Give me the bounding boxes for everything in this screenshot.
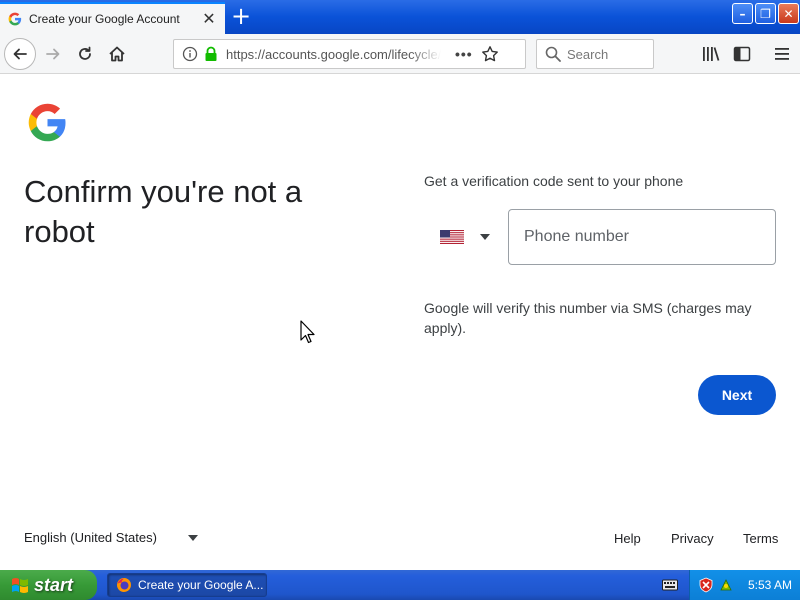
- start-button[interactable]: start: [0, 570, 97, 600]
- sidebar-icon: [733, 46, 751, 62]
- network-icon[interactable]: [718, 577, 734, 593]
- lock-icon[interactable]: [204, 46, 218, 62]
- url-text[interactable]: https://accounts.google.com/lifecycle/st…: [226, 47, 441, 62]
- navigation-toolbar: https://accounts.google.com/lifecycle/st…: [0, 34, 800, 74]
- google-g-icon: [8, 12, 22, 26]
- reload-icon: [79, 46, 91, 60]
- taskbar-item-browser[interactable]: Create your Google A...: [107, 573, 267, 597]
- close-window-button[interactable]: ✕: [778, 3, 799, 24]
- help-link[interactable]: Help: [614, 531, 641, 546]
- sidebar-button[interactable]: [727, 39, 757, 69]
- library-button[interactable]: [696, 39, 726, 69]
- search-box[interactable]: [536, 39, 654, 69]
- back-arrow-icon: [13, 48, 27, 60]
- country-code-select[interactable]: [432, 219, 496, 255]
- mouse-cursor-icon: [300, 320, 315, 344]
- sms-info-text: Google will verify this number via SMS (…: [424, 300, 752, 336]
- firefox-icon: [117, 578, 131, 592]
- browser-tab[interactable]: Create your Google Account ✕: [0, 2, 225, 34]
- forward-button[interactable]: [38, 39, 68, 69]
- start-label: start: [34, 574, 74, 595]
- star-icon[interactable]: [481, 45, 499, 63]
- menu-icon: [775, 48, 789, 60]
- url-bar[interactable]: https://accounts.google.com/lifecycle/st…: [173, 39, 526, 69]
- home-icon: [109, 46, 125, 62]
- windows-flag-icon: [12, 578, 28, 593]
- system-tray: 5:53 AM: [689, 570, 800, 600]
- language-label: English (United States): [24, 530, 157, 545]
- phone-number-input[interactable]: [508, 209, 776, 265]
- reload-button[interactable]: [70, 39, 100, 69]
- page-actions-icon[interactable]: •••: [455, 46, 473, 62]
- chevron-down-icon: [480, 234, 490, 240]
- page-title: Confirm you're not a robot: [24, 174, 303, 249]
- forward-arrow-icon: [46, 48, 60, 60]
- terms-link[interactable]: Terms: [743, 531, 778, 546]
- page-content: Confirm you're not a robot Get a verific…: [0, 74, 800, 570]
- info-icon[interactable]: [182, 46, 198, 62]
- us-flag-icon: [440, 230, 464, 244]
- verification-subtext: Get a verification code sent to your pho…: [424, 173, 684, 189]
- privacy-link[interactable]: Privacy: [671, 531, 714, 546]
- back-button[interactable]: [4, 38, 36, 70]
- maximize-button[interactable]: ❐: [755, 3, 776, 24]
- library-icon: [703, 47, 720, 61]
- language-select[interactable]: English (United States): [24, 530, 198, 545]
- search-input[interactable]: [567, 46, 652, 62]
- tab-title: Create your Google Account: [29, 12, 180, 26]
- keyboard-icon[interactable]: [662, 578, 678, 592]
- chevron-down-icon: [187, 534, 198, 541]
- minimize-button[interactable]: –: [732, 3, 753, 24]
- menu-button[interactable]: [767, 39, 797, 69]
- security-shield-icon[interactable]: [698, 577, 714, 593]
- taskbar-item-label: Create your Google A...: [138, 578, 264, 592]
- tab-close-icon[interactable]: ✕: [197, 7, 221, 31]
- window-titlebar: Create your Google Account ✕ + – ❐ ✕: [0, 0, 800, 34]
- taskbar: start Create your Google A... 5:53 AM: [0, 570, 800, 600]
- google-g-icon: [28, 103, 66, 142]
- search-icon: [545, 46, 561, 62]
- new-tab-button[interactable]: +: [228, 4, 254, 30]
- next-button[interactable]: Next: [698, 375, 776, 415]
- clock: 5:53 AM: [748, 578, 793, 592]
- home-button[interactable]: [102, 39, 132, 69]
